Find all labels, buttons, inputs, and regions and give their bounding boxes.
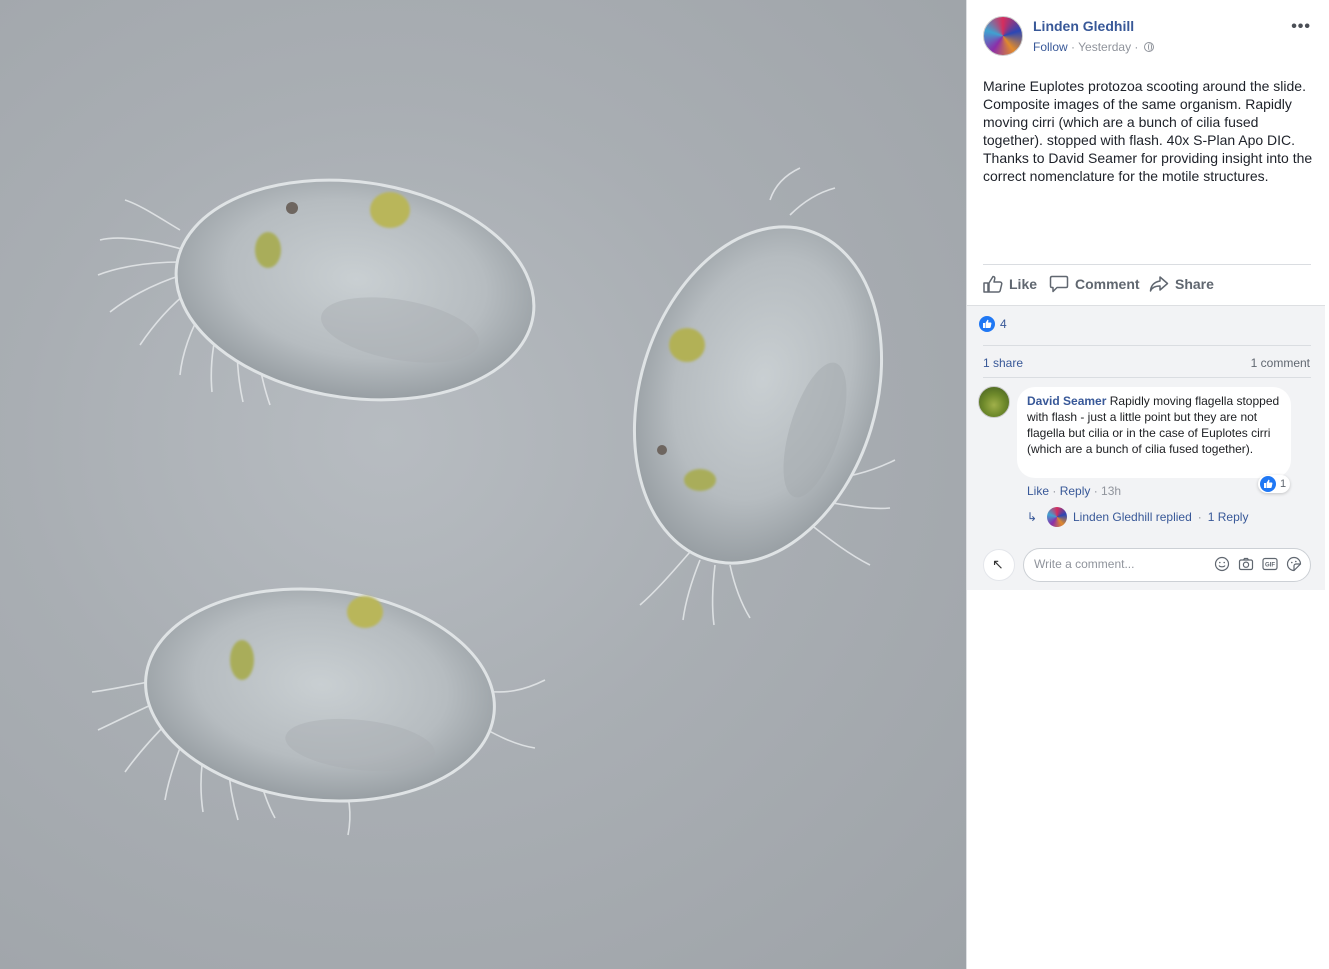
divider — [983, 345, 1311, 346]
sticker-icon[interactable] — [1286, 556, 1302, 572]
replied-text: Linden Gledhill replied — [1073, 510, 1192, 524]
thumbs-up-icon — [983, 275, 1003, 293]
comment-composer[interactable]: GIF — [1023, 548, 1311, 582]
post-timestamp[interactable]: Yesterday — [1078, 40, 1131, 54]
share-button[interactable]: Share — [1149, 275, 1214, 293]
comment-icon — [1049, 275, 1069, 293]
meta-separator: · — [1067, 40, 1079, 54]
organism-top-left — [97, 178, 536, 406]
replies-link[interactable]: ↳ Linden Gledhill replied · 1 Reply — [1027, 507, 1248, 527]
gif-icon[interactable]: GIF — [1262, 556, 1278, 572]
like-reaction-icon — [1260, 476, 1276, 492]
comment-actions: Like · Reply · 13h — [1027, 484, 1121, 498]
globe-icon — [1143, 42, 1154, 52]
like-button[interactable]: Like — [983, 275, 1037, 293]
post-side-panel: Linden Gledhill Follow · Yesterday · •••… — [966, 0, 1329, 969]
post-caption: Marine Euplotes protozoa scooting around… — [983, 78, 1313, 184]
emoji-icon[interactable] — [1214, 556, 1230, 572]
micrograph-image — [91, 167, 896, 836]
organism-right — [632, 167, 896, 626]
comment-bubble: David Seamer Rapidly moving flagella sto… — [1017, 387, 1291, 478]
comment-count-link[interactable]: 1 comment — [1251, 356, 1310, 370]
comment-time[interactable]: 13h — [1101, 484, 1121, 498]
comment-reply-link[interactable]: Reply — [1060, 484, 1091, 498]
post-photo[interactable] — [0, 0, 966, 969]
dot-separator: · — [1049, 484, 1060, 498]
camera-icon[interactable] — [1238, 556, 1254, 572]
post-author-name[interactable]: Linden Gledhill — [1033, 18, 1134, 34]
viewer-avatar: ↖ — [983, 549, 1015, 581]
dot-separator: · — [1090, 484, 1102, 498]
comment-like-count: 1 — [1280, 478, 1287, 490]
scrollbar[interactable] — [1325, 0, 1329, 969]
cursor-icon: ↖ — [992, 556, 1004, 572]
comment-like-link[interactable]: Like — [1027, 484, 1049, 498]
comment-input[interactable] — [1034, 557, 1204, 571]
replier-avatar — [1047, 507, 1067, 527]
more-options-icon[interactable]: ••• — [1291, 18, 1311, 36]
divider — [983, 377, 1311, 378]
composer-icons: GIF — [1214, 556, 1302, 572]
post-meta: Follow · Yesterday · — [1033, 40, 1154, 54]
reply-arrow-icon: ↳ — [1027, 510, 1038, 524]
comment-button[interactable]: Comment — [1049, 275, 1140, 293]
reply-count: 1 Reply — [1207, 510, 1249, 524]
share-count-link[interactable]: 1 share — [983, 356, 1023, 370]
meta-separator-2: · — [1131, 40, 1142, 54]
share-label: Share — [1175, 276, 1214, 292]
author-avatar[interactable] — [983, 16, 1023, 56]
like-reaction-icon — [979, 316, 995, 332]
feedback-section: 4 1 share 1 comment David Seamer Rapidly… — [967, 305, 1326, 590]
post-actions-bar: Like Comment Share — [983, 264, 1311, 304]
organism-bottom-left — [91, 587, 546, 836]
follow-link[interactable]: Follow — [1033, 40, 1068, 54]
like-label: Like — [1009, 276, 1038, 292]
dot-separator: · — [1197, 510, 1202, 524]
svg-text:GIF: GIF — [1265, 563, 1275, 569]
share-icon — [1149, 276, 1169, 292]
commenter-avatar[interactable] — [978, 386, 1010, 418]
comment-author-name[interactable]: David Seamer — [1027, 394, 1106, 408]
comment-reaction-badge[interactable]: 1 — [1258, 475, 1291, 493]
post-header: Linden Gledhill Follow · Yesterday · ••• — [983, 16, 1313, 60]
reaction-count: 4 — [1000, 317, 1007, 331]
comment-label: Comment — [1075, 276, 1140, 292]
reaction-summary[interactable]: 4 — [979, 316, 1007, 332]
